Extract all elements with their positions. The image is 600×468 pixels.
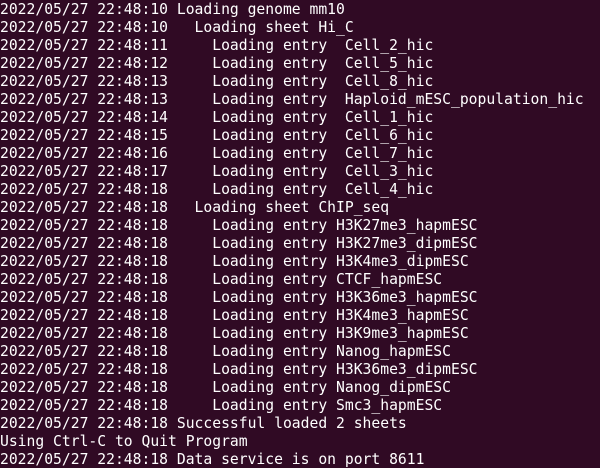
log-line: 2022/05/27 22:48:18 Loading entry Nanog_… (0, 343, 451, 360)
log-line: 2022/05/27 22:48:13 Loading entry Haploi… (0, 91, 584, 108)
log-line: 2022/05/27 22:48:18 Successful loaded 2 … (0, 415, 407, 432)
log-line: 2022/05/27 22:48:10 Loading sheet Hi_C (0, 19, 354, 36)
log-line: Using Ctrl-C to Quit Program (0, 433, 248, 450)
log-line: 2022/05/27 22:48:18 Loading sheet ChIP_s… (0, 199, 390, 216)
log-line: 2022/05/27 22:48:16 Loading entry Cell_7… (0, 145, 434, 162)
log-line: 2022/05/27 22:48:18 Loading entry H3K27m… (0, 217, 478, 234)
log-line: 2022/05/27 22:48:10 Loading genome mm10 (0, 1, 345, 18)
log-line: 2022/05/27 22:48:18 Loading entry Cell_4… (0, 181, 434, 198)
log-line: 2022/05/27 22:48:18 Loading entry Nanog_… (0, 379, 451, 396)
log-line: 2022/05/27 22:48:14 Loading entry Cell_1… (0, 109, 434, 126)
log-line: 2022/05/27 22:48:11 Loading entry Cell_2… (0, 37, 434, 54)
log-line: 2022/05/27 22:48:18 Loading entry H3K36m… (0, 289, 478, 306)
log-line: 2022/05/27 22:48:15 Loading entry Cell_6… (0, 127, 434, 144)
log-line: 2022/05/27 22:48:13 Loading entry Cell_8… (0, 73, 434, 90)
terminal-output[interactable]: 2022/05/27 22:48:10 Loading genome mm10 … (0, 0, 600, 468)
log-line: 2022/05/27 22:48:17 Loading entry Cell_3… (0, 163, 434, 180)
log-line: 2022/05/27 22:48:18 Loading entry H3K4me… (0, 253, 469, 270)
log-line: 2022/05/27 22:48:18 Loading entry Smc3_h… (0, 397, 443, 414)
log-line: 2022/05/27 22:48:18 Loading entry H3K36m… (0, 361, 478, 378)
log-line: 2022/05/27 22:48:18 Loading entry H3K27m… (0, 235, 478, 252)
log-line: 2022/05/27 22:48:18 Data service is on p… (0, 451, 425, 468)
log-line: 2022/05/27 22:48:18 Loading entry CTCF_h… (0, 271, 443, 288)
log-line: 2022/05/27 22:48:18 Loading entry H3K4me… (0, 307, 469, 324)
log-line: 2022/05/27 22:48:12 Loading entry Cell_5… (0, 55, 434, 72)
log-line: 2022/05/27 22:48:18 Loading entry H3K9me… (0, 325, 469, 342)
